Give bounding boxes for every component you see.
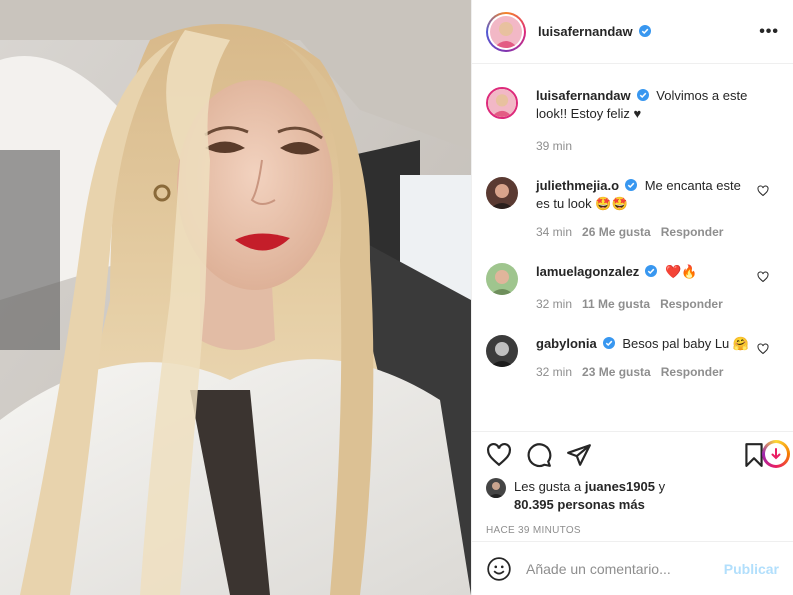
liker-username[interactable]: juanes1905 <box>585 479 655 494</box>
comment-text: Besos pal baby Lu 🤗 <box>622 336 750 351</box>
more-options-button[interactable]: ••• <box>759 23 779 41</box>
verified-icon <box>645 265 658 277</box>
gift-share-icon <box>771 448 781 460</box>
post-timestamp[interactable]: HACE 39 MINUTOS <box>486 525 779 536</box>
gift-share-button[interactable] <box>762 440 790 468</box>
comment-likes[interactable]: 11 Me gusta <box>582 295 650 313</box>
post-header: luisafernandaw ••• <box>472 0 793 64</box>
post-side-panel: luisafernandaw ••• luisafernandaw Volvim… <box>471 0 793 595</box>
author-username[interactable]: luisafernandaw <box>538 24 652 39</box>
liker-avatar[interactable] <box>486 478 506 498</box>
verified-icon <box>625 179 638 191</box>
action-icons-row <box>486 440 779 470</box>
comment-composer: Publicar <box>472 541 793 595</box>
share-icon[interactable] <box>566 442 592 468</box>
comment-time: 32 min <box>536 365 573 379</box>
likes-count-link[interactable]: 80.395 personas más <box>514 497 645 512</box>
comment-text: ❤️🔥 <box>664 264 698 279</box>
caption-time: 39 min <box>536 139 573 153</box>
comment-like-heart-icon[interactable] <box>757 271 769 283</box>
selfie-image <box>0 0 471 595</box>
author-username-text[interactable]: luisafernandaw <box>538 24 633 39</box>
comment-time: 32 min <box>536 297 573 311</box>
author-avatar[interactable] <box>490 15 522 48</box>
likes-suffix: y <box>658 479 666 494</box>
post-actions: Les gusta a juanes1905 y 80.395 personas… <box>472 431 793 536</box>
author-story-ring[interactable] <box>486 11 526 52</box>
caption-avatar[interactable] <box>486 87 518 119</box>
comment-like-heart-icon[interactable] <box>757 343 769 355</box>
likes-prefix: Les gusta a <box>514 479 582 494</box>
caption-username[interactable]: luisafernandaw <box>536 88 631 103</box>
verified-icon <box>636 89 649 101</box>
comment-reply-button[interactable]: Responder <box>661 363 724 381</box>
comment-icon[interactable] <box>526 442 552 468</box>
comment-time: 34 min <box>536 225 573 239</box>
comment-likes[interactable]: 26 Me gusta <box>582 223 651 241</box>
comment-username[interactable]: lamuelagonzalez <box>536 264 639 279</box>
comment-reply-button[interactable]: Responder <box>661 223 724 241</box>
comment-like-heart-icon[interactable] <box>757 185 769 197</box>
comment-username[interactable]: juliethmejia.o <box>536 178 619 193</box>
emoji-icon[interactable] <box>486 556 512 582</box>
comment-likes[interactable]: 23 Me gusta <box>582 363 651 381</box>
comment-item: gabylonia Besos pal baby Lu 🤗 32 min 23 … <box>486 335 779 381</box>
comment-username[interactable]: gabylonia <box>536 336 597 351</box>
heart-icon[interactable] <box>486 442 512 468</box>
post-viewer: luisafernandaw ••• luisafernandaw Volvim… <box>0 0 793 595</box>
publish-button[interactable]: Publicar <box>724 561 779 577</box>
comment-reply-button[interactable]: Responder <box>660 295 723 313</box>
verified-icon <box>639 25 652 37</box>
caption: luisafernandaw Volvimos a este look!! Es… <box>486 87 779 155</box>
comment-item: lamuelagonzalez ❤️🔥 32 min 11 Me gusta R… <box>486 263 779 313</box>
comments-list[interactable]: luisafernandaw Volvimos a este look!! Es… <box>472 65 793 430</box>
comment-input[interactable] <box>526 560 724 577</box>
verified-icon <box>602 337 615 349</box>
comment-avatar[interactable] <box>486 335 518 367</box>
post-photo[interactable] <box>0 0 471 595</box>
comment-avatar[interactable] <box>486 263 518 295</box>
comment-item: juliethmejia.o Me encanta este es tu loo… <box>486 177 779 241</box>
likes-summary: Les gusta a juanes1905 y 80.395 personas… <box>486 478 779 514</box>
comment-avatar[interactable] <box>486 177 518 209</box>
